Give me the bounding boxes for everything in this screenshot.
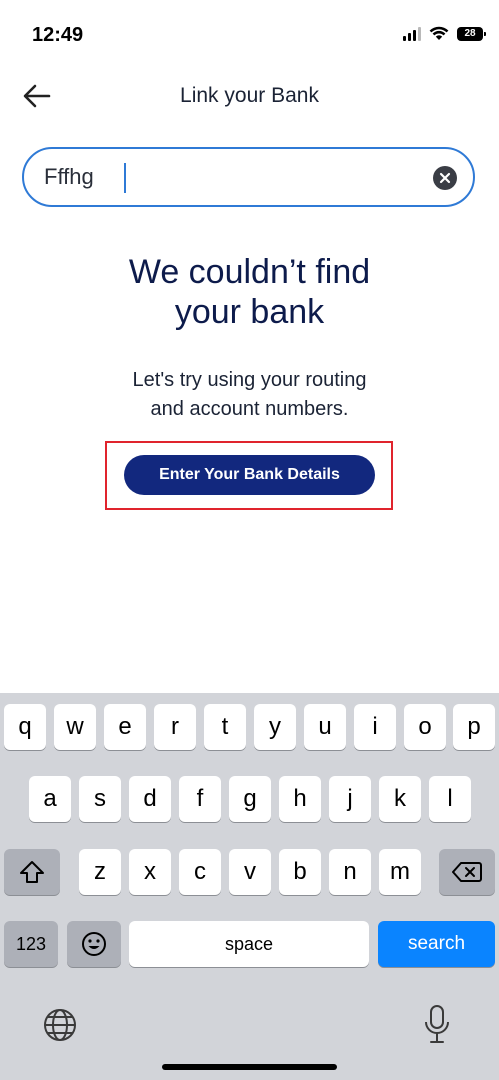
keyboard-search-key[interactable]: search xyxy=(378,921,495,967)
key-x[interactable]: x xyxy=(129,849,171,895)
status-bar: 12:49 28 xyxy=(0,0,499,72)
key-r[interactable]: r xyxy=(154,704,196,750)
cellular-signal-icon xyxy=(403,26,421,41)
emoji-icon xyxy=(82,932,106,956)
status-icons: 28 xyxy=(403,26,486,41)
numbers-key[interactable]: 123 xyxy=(4,921,58,967)
clear-search-icon[interactable] xyxy=(433,166,457,190)
key-w[interactable]: w xyxy=(54,704,96,750)
key-a[interactable]: a xyxy=(29,776,71,822)
key-c[interactable]: c xyxy=(179,849,221,895)
microphone-icon[interactable] xyxy=(422,1004,452,1046)
enter-bank-details-button[interactable]: Enter Your Bank Details xyxy=(124,455,375,495)
key-z[interactable]: z xyxy=(79,849,121,895)
no-results-subtext: Let's try using your routing and account… xyxy=(0,366,499,424)
wifi-icon xyxy=(429,26,449,40)
key-q[interactable]: q xyxy=(4,704,46,750)
bank-search-input[interactable] xyxy=(44,161,414,193)
page-title: Link your Bank xyxy=(180,84,319,107)
home-indicator xyxy=(162,1064,337,1070)
key-g[interactable]: g xyxy=(229,776,271,822)
backspace-icon xyxy=(452,862,482,882)
backspace-key[interactable] xyxy=(439,849,495,895)
key-t[interactable]: t xyxy=(204,704,246,750)
globe-icon[interactable] xyxy=(42,1007,78,1043)
key-u[interactable]: u xyxy=(304,704,346,750)
key-v[interactable]: v xyxy=(229,849,271,895)
key-n[interactable]: n xyxy=(329,849,371,895)
subtext-line-2: and account numbers. xyxy=(150,398,349,420)
key-y[interactable]: y xyxy=(254,704,296,750)
no-results-heading: We couldn’t find your bank xyxy=(0,252,499,332)
key-k[interactable]: k xyxy=(379,776,421,822)
heading-line-2: your bank xyxy=(174,293,325,331)
key-l[interactable]: l xyxy=(429,776,471,822)
key-i[interactable]: i xyxy=(354,704,396,750)
battery-icon: 28 xyxy=(457,26,486,41)
space-key[interactable]: space xyxy=(129,921,369,967)
key-e[interactable]: e xyxy=(104,704,146,750)
key-d[interactable]: d xyxy=(129,776,171,822)
key-f[interactable]: f xyxy=(179,776,221,822)
bank-search-field[interactable] xyxy=(22,147,475,207)
emoji-key[interactable] xyxy=(67,921,121,967)
text-caret xyxy=(124,163,126,193)
key-j[interactable]: j xyxy=(329,776,371,822)
key-m[interactable]: m xyxy=(379,849,421,895)
key-p[interactable]: p xyxy=(453,704,495,750)
key-b[interactable]: b xyxy=(279,849,321,895)
shift-arrow-icon xyxy=(20,861,44,883)
key-h[interactable]: h xyxy=(279,776,321,822)
header: Link your Bank xyxy=(0,72,499,120)
key-o[interactable]: o xyxy=(404,704,446,750)
shift-key[interactable] xyxy=(4,849,60,895)
key-s[interactable]: s xyxy=(79,776,121,822)
subtext-line-1: Let's try using your routing xyxy=(132,369,367,391)
heading-line-1: We couldn’t find xyxy=(128,253,371,291)
status-time: 12:49 xyxy=(32,24,84,46)
